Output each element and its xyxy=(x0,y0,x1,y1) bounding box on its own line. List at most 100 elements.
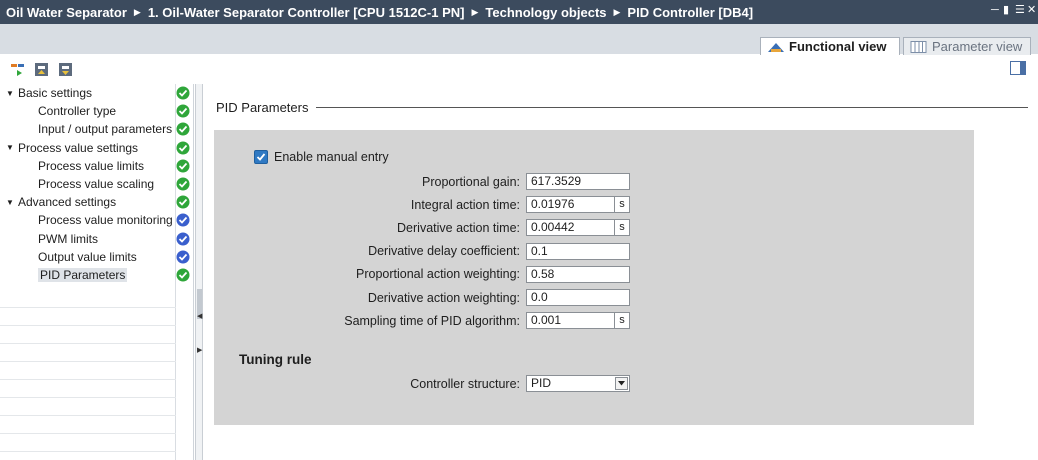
status-default-icon xyxy=(176,250,190,264)
parameter-view-icon xyxy=(910,40,927,53)
tab-functional-view-label: Functional view xyxy=(789,39,887,54)
status-ok-icon xyxy=(176,268,190,282)
triangle-right-icon: ▶ xyxy=(133,6,141,17)
tree-item[interactable]: Input / output parameters xyxy=(0,120,193,138)
go-online-icon[interactable] xyxy=(10,62,25,77)
parameter-row: Integral action time: xyxy=(214,196,520,213)
dropdown-arrow-icon[interactable] xyxy=(615,377,628,390)
tree-item-label: Basic settings xyxy=(18,86,93,101)
parameter-row: Derivative action weighting: xyxy=(214,289,520,306)
tree-item-label: Controller type xyxy=(38,104,117,119)
tree-item-label: Process value settings xyxy=(18,140,139,155)
tree-item[interactable]: Process value limits xyxy=(0,157,193,175)
tree-item-label: Advanced settings xyxy=(18,195,117,210)
status-ok-icon xyxy=(176,86,190,100)
status-ok-icon xyxy=(176,122,190,136)
expand-arrow-icon[interactable]: ▼ xyxy=(6,198,14,207)
tree-item[interactable]: Process value monitoring xyxy=(0,211,193,229)
view-tab-bar: Functional view Parameter view xyxy=(0,24,1038,55)
expand-arrow-icon[interactable]: ▼ xyxy=(6,143,14,152)
section-divider xyxy=(316,107,1028,108)
tree-item[interactable]: ▼ Basic settings xyxy=(0,84,193,102)
controller-structure-row: Controller structure: xyxy=(214,375,520,392)
parameter-row: Derivative action time: xyxy=(214,219,520,236)
status-ok-icon xyxy=(176,159,190,173)
minimize-icon[interactable]: ─ xyxy=(991,4,1000,16)
triangle-right-icon: ▶ xyxy=(613,6,621,17)
parameter-label: Derivative action time: xyxy=(397,220,520,235)
parameter-input[interactable]: 0.1 xyxy=(526,242,630,260)
breadcrumb: Oil Water Separator ▶ 1. Oil-Water Separ… xyxy=(0,0,1038,24)
breadcrumb-item-project[interactable]: Oil Water Separator xyxy=(6,5,127,20)
status-ok-icon xyxy=(176,141,190,155)
parameter-label: Integral action time: xyxy=(410,197,520,212)
tab-parameter-view[interactable]: Parameter view xyxy=(903,37,1031,55)
parameter-input[interactable]: 0.0 xyxy=(526,289,630,306)
parameter-input[interactable]: 0.001 xyxy=(526,312,615,330)
parameter-label: Proportional gain: xyxy=(422,174,520,189)
triangle-right-icon: ▶ xyxy=(471,6,479,17)
expand-arrow-icon[interactable]: ▼ xyxy=(6,89,14,98)
tree-item[interactable]: Output value limits xyxy=(0,248,193,266)
controller-structure-value: PID xyxy=(531,376,552,390)
parameter-input[interactable]: 0.01976 xyxy=(526,196,615,214)
parameter-label: Derivative action weighting: xyxy=(367,290,520,305)
parameter-label: Derivative delay coefficient: xyxy=(368,244,520,259)
download-icon[interactable] xyxy=(58,62,73,77)
unit-label: s xyxy=(615,219,630,237)
upload-icon[interactable] xyxy=(34,62,49,77)
tree-item-label: Process value monitoring xyxy=(38,213,173,228)
parameter-row: Proportional gain: xyxy=(214,173,520,190)
toolbar xyxy=(0,56,1038,82)
controller-structure-select[interactable]: PID xyxy=(526,375,630,392)
status-ok-icon xyxy=(176,195,190,209)
tree-item[interactable]: Process value scaling xyxy=(0,175,193,193)
status-default-icon xyxy=(176,213,190,227)
tab-functional-view[interactable]: Functional view xyxy=(760,37,900,55)
section-title: PID Parameters xyxy=(216,100,309,115)
tree-empty-rows xyxy=(0,290,176,452)
parameter-row: Derivative delay coefficient: xyxy=(214,243,520,260)
tree-item-label: Output value limits xyxy=(38,249,137,264)
status-ok-icon xyxy=(176,104,190,118)
parameter-row: Sampling time of PID algorithm: xyxy=(214,312,520,329)
parameter-label: Sampling time of PID algorithm: xyxy=(344,313,520,328)
tree-item-label: PWM limits xyxy=(38,231,98,246)
enable-manual-entry[interactable]: Enable manual entry xyxy=(254,150,389,164)
breadcrumb-item-technology-objects[interactable]: Technology objects xyxy=(485,5,606,20)
window-controls: ─ ▮ ☰ ✕ xyxy=(991,4,1036,16)
pid-parameters-panel: Enable manual entry Proportional gain: 61… xyxy=(214,130,974,425)
close-icon[interactable]: ✕ xyxy=(1027,4,1036,16)
unit-label: s xyxy=(615,196,630,214)
breadcrumb-item-plc[interactable]: 1. Oil-Water Separator Controller [CPU 1… xyxy=(148,5,465,20)
status-ok-icon xyxy=(176,177,190,191)
settings-tree: ▼ Basic settings Controller type Input / ou… xyxy=(0,84,194,460)
tree-item[interactable]: ▼ Process value settings xyxy=(0,139,193,157)
tree-item-label: Process value scaling xyxy=(38,177,155,192)
controller-structure-label: Controller structure: xyxy=(410,376,520,391)
parameter-row: Proportional action weighting: xyxy=(214,266,520,283)
parameter-label: Proportional action weighting: xyxy=(356,267,520,282)
tree-item[interactable]: PID Parameters xyxy=(0,266,193,284)
breadcrumb-item-pid-controller[interactable]: PID Controller [DB4] xyxy=(627,5,753,20)
parameter-input[interactable]: 0.58 xyxy=(526,265,630,283)
tab-parameter-view-label: Parameter view xyxy=(932,39,1023,54)
pid-parameters-page: PID Parameters Enable manual entry Propo… xyxy=(204,84,1038,460)
expand-right-icon[interactable]: ▶ xyxy=(197,346,202,354)
parameter-input[interactable]: 0.00442 xyxy=(526,219,615,237)
tree-item-label: PID Parameters xyxy=(38,267,128,282)
tree-item-label: Input / output parameters xyxy=(38,122,173,137)
tree-item[interactable]: Controller type xyxy=(0,102,193,120)
menu-icon[interactable]: ☰ xyxy=(1015,4,1025,16)
functional-view-icon xyxy=(768,42,784,52)
tree-item[interactable]: ▼ Advanced settings xyxy=(0,193,193,211)
parameter-input[interactable]: 617.3529 xyxy=(526,173,630,190)
tree-item-label: Process value limits xyxy=(38,158,145,173)
checkmark-icon xyxy=(256,153,266,161)
enable-manual-entry-label: Enable manual entry xyxy=(274,150,389,164)
tree-item[interactable]: PWM limits xyxy=(0,230,193,248)
unit-label: s xyxy=(615,312,630,330)
panel-toggle-icon[interactable] xyxy=(1010,61,1026,75)
enable-manual-entry-checkbox[interactable] xyxy=(254,150,268,164)
float-icon[interactable]: ▮ xyxy=(1003,4,1012,16)
